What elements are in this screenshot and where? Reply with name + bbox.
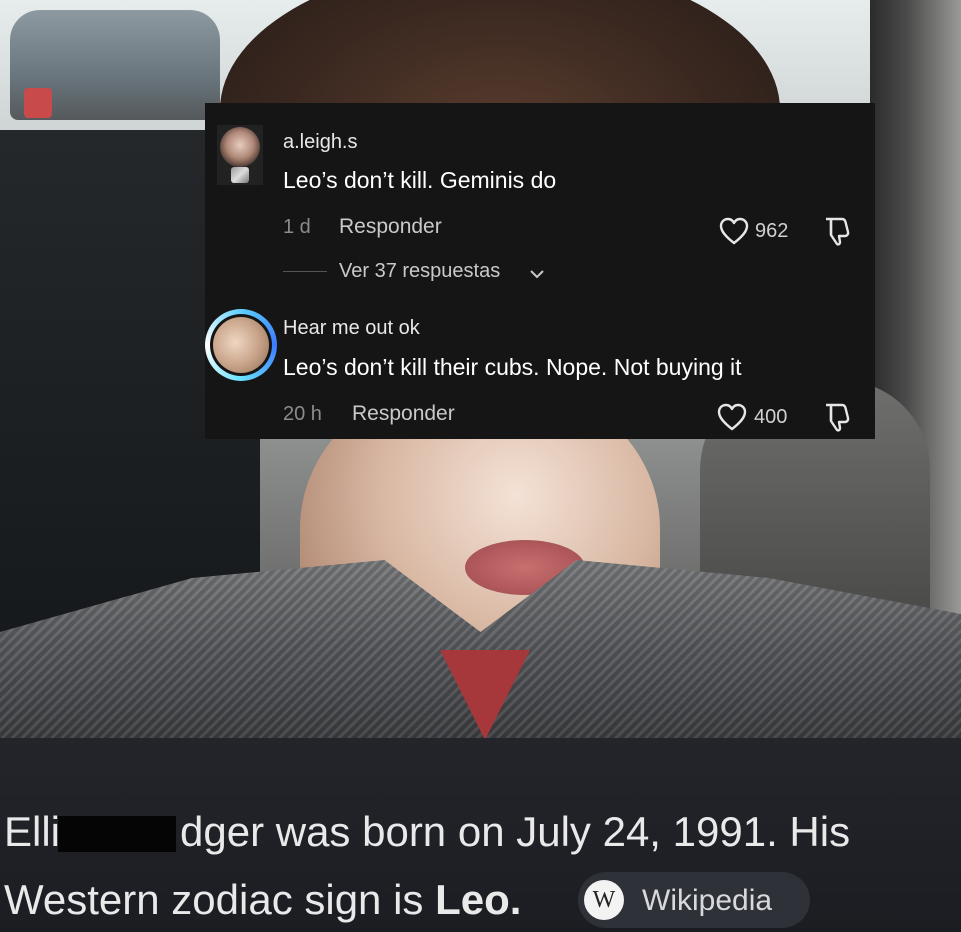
reply-button[interactable]: Responder bbox=[352, 402, 455, 426]
snippet-name-start: Elli bbox=[4, 808, 61, 855]
comment-username[interactable]: Hear me out ok bbox=[283, 317, 420, 340]
avatar-story-ring[interactable] bbox=[205, 309, 277, 381]
avatar bbox=[213, 317, 269, 373]
search-snippet: Elli dger was born on July 24, 1991. His … bbox=[0, 738, 961, 932]
source-chip-wikipedia[interactable]: W Wikipedia bbox=[578, 872, 810, 928]
thumbs-down-icon[interactable] bbox=[822, 401, 852, 433]
comments-panel: a.leigh.s Leo’s don’t kill. Geminis do 1… bbox=[205, 103, 875, 439]
snippet-birth-text: dger was born on July 24, 1991. His bbox=[180, 808, 851, 855]
wikipedia-icon: W bbox=[584, 880, 624, 920]
comment-item: Hear me out ok Leo’s don’t kill their cu… bbox=[205, 103, 875, 439]
snippet-zodiac-sign: Leo. bbox=[435, 876, 522, 923]
like-count: 400 bbox=[754, 406, 788, 428]
redaction-bar bbox=[58, 816, 176, 852]
car-outside bbox=[10, 10, 220, 120]
heart-icon[interactable] bbox=[717, 403, 747, 431]
snippet-zodiac-text: Western zodiac sign is bbox=[4, 876, 436, 923]
source-label: Wikipedia bbox=[642, 884, 773, 917]
snippet-line-2: Western zodiac sign is Leo. bbox=[4, 876, 521, 924]
comment-timestamp: 20 h bbox=[283, 403, 322, 425]
comment-text: Leo’s don’t kill their cubs. Nope. Not b… bbox=[283, 354, 742, 380]
